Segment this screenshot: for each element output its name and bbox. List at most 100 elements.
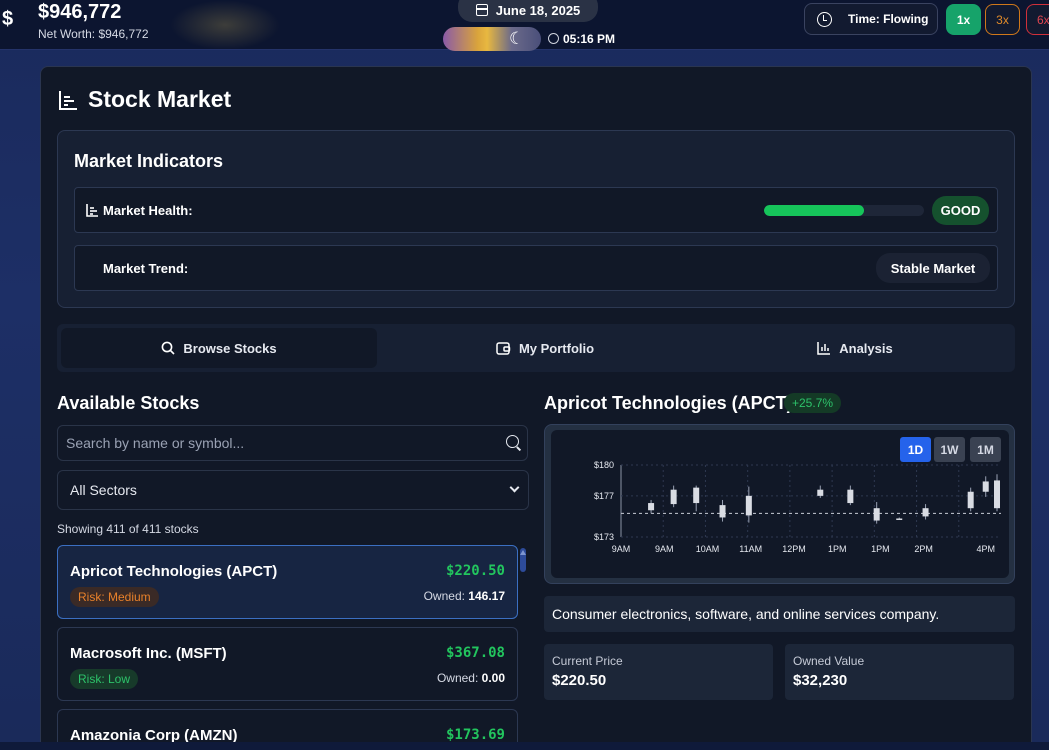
tab-browse-stocks[interactable]: Browse Stocks (61, 328, 377, 368)
chart-icon (86, 204, 98, 217)
current-price-value: $220.50 (552, 672, 607, 689)
stock-name: Apricot Technologies (APCT) (70, 563, 278, 580)
scroll-up-arrow-icon[interactable] (520, 550, 526, 555)
candle-body (994, 480, 1000, 509)
market-health-row: Market Health: GOOD (74, 187, 998, 233)
stock-count: Showing 411 of 411 stocks (57, 522, 199, 536)
x-tick-label: 2PM (914, 544, 933, 554)
x-tick-label: 9AM (612, 544, 631, 554)
y-tick-label: $173 (594, 532, 614, 542)
tab-label: Browse Stocks (183, 340, 277, 356)
available-stocks-title: Available Stocks (57, 393, 200, 413)
market-trend-badge: Stable Market (876, 253, 990, 283)
tab-analysis[interactable]: Analysis (697, 328, 1013, 368)
current-price-label: Current Price (552, 654, 623, 668)
risk-badge: Risk: Medium (70, 587, 159, 607)
y-tick-label: $180 (594, 460, 614, 470)
candle-body (847, 489, 854, 504)
wallet-icon (496, 342, 511, 355)
day-cycle-bar (443, 27, 541, 51)
current-price-box: Current Price $220.50 (544, 644, 773, 700)
dollar-icon: $ (2, 8, 14, 30)
time-mode-label: Time: Flowing (848, 12, 929, 26)
candle-body (693, 487, 700, 504)
clock-icon (817, 11, 832, 27)
market-trend-label: Market Trend: (103, 261, 189, 276)
candle-body (648, 503, 655, 511)
owned-value: 0.00 (481, 671, 505, 685)
moon-icon: ☾ (509, 29, 525, 48)
tab-my-portfolio[interactable]: My Portfolio (387, 328, 703, 368)
indicators-title: Market Indicators (74, 151, 224, 171)
calendar-icon (475, 4, 488, 16)
market-trend-row: Market Trend: Stable Market (74, 245, 998, 291)
risk-badge: Risk: Low (70, 669, 139, 689)
candle-body (670, 489, 677, 505)
stock-price: $173.69 (445, 727, 505, 743)
stock-list-item[interactable]: Macrosoft Inc. (MSFT) $367.08 Risk: Low … (57, 627, 518, 701)
stock-detail-title: Apricot Technologies (APCT) (544, 393, 793, 413)
clock-icon (548, 33, 559, 44)
time-text: 05:16 PM (563, 32, 616, 46)
date-text: June 18, 2025 (495, 2, 581, 18)
x-tick-label: 9AM (655, 544, 674, 554)
page-title: Stock Market (88, 86, 232, 112)
stock-price: $220.50 (445, 563, 505, 579)
stock-price: $367.08 (445, 645, 505, 661)
change-badge: +25.7% (784, 393, 842, 413)
search-input[interactable] (58, 426, 498, 460)
candle-body (967, 491, 974, 509)
sector-selected-value: All Sectors (70, 482, 137, 498)
owned-prefix: Owned: (436, 671, 479, 685)
candle-body (719, 505, 726, 518)
owned-value-box: Owned Value $32,230 (785, 644, 1014, 700)
stock-name: Macrosoft Inc. (MSFT) (70, 645, 227, 662)
candlestick-chart: $180 $177 $173 9AM 9AM 10AM 11AM 12PM 1PM 1PM 2PM 4… (594, 460, 1001, 554)
bottom-strip (0, 742, 1049, 750)
owned-value: 146.17 (468, 589, 505, 603)
stock-list-item[interactable]: Apricot Technologies (APCT) $220.50 Risk… (57, 545, 518, 619)
bar-chart-icon (817, 342, 831, 355)
market-health-fill (764, 205, 864, 216)
glow-decoration (170, 0, 280, 50)
line-chart-icon (59, 90, 77, 110)
owned-prefix: Owned: (423, 589, 465, 603)
time-mode-button[interactable]: Time: Flowing (804, 3, 938, 35)
search-icon[interactable] (506, 435, 519, 448)
owned-value-amount: $32,230 (793, 672, 848, 689)
x-tick-label: 12PM (782, 544, 806, 554)
market-health-label: Market Health: (103, 203, 193, 218)
tab-label: Analysis (839, 340, 893, 356)
stock-search (57, 425, 528, 461)
stock-description: Consumer electronics, software, and onli… (544, 596, 1015, 632)
speed-1x-button[interactable]: 1x (946, 4, 981, 35)
stock-tabs: Browse Stocks My Portfolio Analysis (57, 324, 1015, 372)
date-display: June 18, 2025 (458, 0, 598, 22)
candle-body (745, 495, 752, 516)
x-tick-label: 4PM (976, 544, 995, 554)
x-tick-label: 1PM (871, 544, 890, 554)
candle-body (896, 518, 903, 520)
net-worth-label: Net Worth: $946,772 (38, 27, 149, 41)
speed-3x-button[interactable]: 3x (985, 4, 1020, 35)
candle-body (922, 508, 929, 517)
sector-select[interactable]: All Sectors (57, 470, 529, 510)
owned-value-label: Owned Value (793, 654, 865, 668)
owned-shares: Owned: 0.00 (437, 671, 505, 685)
y-tick-label: $177 (594, 491, 614, 501)
market-health-badge: GOOD (932, 196, 989, 225)
x-tick-label: 11AM (739, 544, 762, 554)
market-health-bar (764, 205, 924, 216)
x-tick-label: 10AM (696, 544, 720, 554)
net-worth-value: $946,772 (38, 1, 122, 23)
speed-6x-button[interactable]: 6x (1026, 4, 1049, 35)
chevron-down-icon (509, 482, 520, 493)
x-tick-label: 1PM (828, 544, 847, 554)
candle-body (817, 489, 824, 496)
tab-label: My Portfolio (518, 340, 595, 356)
candle-body (873, 508, 880, 521)
page-title-row: Stock Market (58, 86, 231, 113)
candle-body (982, 481, 989, 492)
owned-shares: Owned: 146.17 (424, 589, 505, 603)
search-icon (161, 341, 175, 355)
